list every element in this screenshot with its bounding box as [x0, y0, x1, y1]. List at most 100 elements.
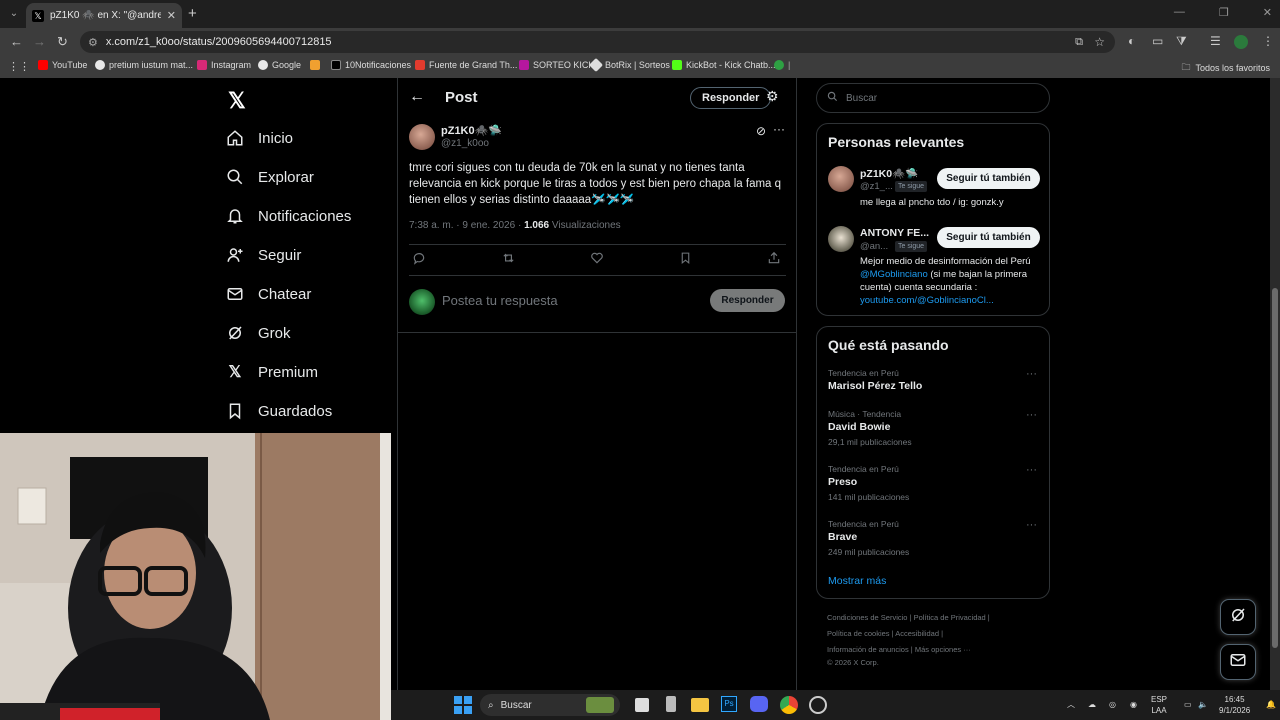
chrome-icon[interactable]	[780, 696, 798, 714]
reply-header-button[interactable]: Responder	[690, 87, 772, 109]
footer-link[interactable]: Política de cookies	[827, 629, 890, 638]
install-app-icon[interactable]: ⧉	[1075, 36, 1083, 49]
bookmark-item[interactable]	[310, 60, 320, 70]
app-icon[interactable]	[666, 696, 676, 712]
more-options-icon[interactable]: ···	[1026, 464, 1037, 476]
nav-item-seguir[interactable]: Seguir	[226, 246, 301, 264]
more-options-icon[interactable]: ···	[1026, 368, 1037, 380]
show-more-link[interactable]: Mostrar más	[828, 575, 886, 587]
obs-icon[interactable]	[809, 696, 827, 714]
back-arrow-icon[interactable]: ←	[409, 88, 425, 106]
discord-icon[interactable]	[750, 696, 768, 712]
more-options-icon[interactable]: ···	[773, 122, 785, 136]
bookmark-icon[interactable]	[679, 251, 692, 268]
more-options-icon[interactable]: ···	[1026, 519, 1037, 531]
extension-icon[interactable]: ◐	[1128, 34, 1135, 48]
tray-icon[interactable]: ◉	[1130, 699, 1137, 710]
tray-icon[interactable]: ◎	[1109, 699, 1116, 710]
nav-item-notificaciones[interactable]: Notificaciones	[226, 207, 351, 225]
all-bookmarks[interactable]: 🗀 Todos los favoritos	[1181, 60, 1270, 76]
messages-fab[interactable]	[1220, 644, 1256, 680]
footer-link[interactable]: Información de anuncios	[827, 645, 909, 654]
taskbar-search[interactable]: ⌕ Buscar	[480, 694, 620, 716]
person-handle[interactable]: @z1_...	[860, 181, 893, 192]
trend-name[interactable]: Brave	[828, 531, 857, 543]
footer-link[interactable]: Más opciones ···	[915, 645, 971, 654]
clock[interactable]: 16:45 9/1/2026	[1219, 694, 1250, 716]
browser-menu-icon[interactable]: ⋮	[1262, 34, 1274, 48]
scrollbar-thumb[interactable]	[1272, 288, 1278, 648]
profile-avatar[interactable]	[1234, 35, 1248, 49]
search-input[interactable]: Buscar	[816, 83, 1050, 113]
bookmark-10notificaciones[interactable]: 10Notificaciones	[331, 60, 411, 70]
photoshop-icon[interactable]: Ps	[721, 696, 737, 712]
grok-icon[interactable]: ⊘	[756, 124, 766, 138]
user-avatar[interactable]	[409, 289, 435, 315]
bookmark-item[interactable]: |	[774, 60, 790, 70]
nav-item-explorar[interactable]: Explorar	[226, 168, 314, 186]
like-icon[interactable]	[590, 251, 604, 268]
post-timestamp[interactable]: 7:38 a. m. · 9 ene. 2026 ·	[409, 220, 524, 231]
x-logo-icon[interactable]: 𝕏	[228, 88, 246, 114]
nav-item-chatear[interactable]: Chatear	[226, 285, 311, 303]
nav-item-guardados[interactable]: Guardados	[226, 402, 332, 420]
grok-fab[interactable]	[1220, 599, 1256, 635]
sliders-icon[interactable]: ⚙	[766, 88, 779, 105]
nav-item-inicio[interactable]: Inicio	[226, 129, 293, 147]
follow-button[interactable]: Seguir tú también	[937, 227, 1040, 248]
author-handle[interactable]: @z1_k0oo	[441, 138, 489, 149]
reply-button[interactable]: Responder	[710, 289, 785, 312]
youtube-link[interactable]: youtube.com/@GoblincianoCl...	[860, 295, 994, 306]
nav-item-premium[interactable]: 𝕏 Premium	[226, 363, 318, 382]
language-indicator[interactable]: ESP LAA	[1151, 694, 1167, 716]
file-explorer-icon[interactable]	[691, 698, 709, 712]
address-bar[interactable]: ⚙ x.com/z1_k0oo/status/20096056944007128…	[80, 31, 1115, 53]
close-window-icon[interactable]: ✕	[1263, 6, 1272, 19]
person-name[interactable]: ANTONY FE...	[860, 227, 929, 239]
person-name[interactable]: pZ1K0🕷️🛸	[860, 167, 918, 180]
nav-item-grok[interactable]: Grok	[226, 324, 291, 342]
network-icon[interactable]: ▭	[1184, 699, 1192, 710]
trend-name[interactable]: David Bowie	[828, 421, 890, 433]
bookmark-item[interactable]: SORTEO KICK	[519, 60, 594, 70]
footer-link[interactable]: Accesibilidad	[895, 629, 939, 638]
share-icon[interactable]	[767, 251, 781, 268]
repost-icon[interactable]	[501, 251, 516, 268]
author-avatar[interactable]	[409, 124, 435, 150]
bookmark-youtube[interactable]: YouTube	[38, 60, 87, 70]
close-tab-icon[interactable]: ✕	[167, 9, 176, 22]
reply-icon[interactable]	[412, 251, 426, 268]
reading-list-icon[interactable]: ☰	[1210, 34, 1221, 48]
footer-link[interactable]: Condiciones de Servicio	[827, 613, 907, 622]
follow-button[interactable]: Seguir tú también	[937, 168, 1040, 189]
person-avatar[interactable]	[828, 166, 854, 192]
tab-search-icon[interactable]: ⌄	[6, 6, 22, 22]
restore-icon[interactable]: ❐	[1219, 6, 1229, 19]
author-name[interactable]: pZ1K0🕷️🛸	[441, 124, 502, 137]
footer-link[interactable]: Política de Privacidad	[914, 613, 986, 622]
back-icon[interactable]: ←	[10, 34, 23, 49]
minimize-icon[interactable]: —	[1174, 6, 1185, 19]
task-view-icon[interactable]	[635, 698, 649, 712]
windows-start-icon[interactable]	[454, 696, 472, 714]
bookmark-item[interactable]: Fuente de Grand Th...	[415, 60, 517, 70]
person-handle[interactable]: @an...	[860, 241, 888, 252]
site-info-icon[interactable]: ⚙	[88, 36, 98, 49]
bookmark-item[interactable]: KickBot - Kick Chatb...	[672, 60, 776, 70]
page-scrollbar[interactable]	[1270, 78, 1280, 690]
bookmark-instagram[interactable]: Instagram	[197, 60, 251, 70]
new-tab-icon[interactable]: +	[188, 5, 197, 22]
mention-link[interactable]: @MGoblinciano	[860, 269, 928, 280]
more-options-icon[interactable]: ···	[1026, 409, 1037, 421]
reload-icon[interactable]: ↻	[57, 34, 68, 50]
notifications-icon[interactable]: 🔔	[1266, 699, 1276, 710]
bookmark-item[interactable]: pretium iustum mat...	[95, 60, 193, 70]
reply-input[interactable]: Postea tu respuesta	[442, 293, 558, 308]
bookmark-google[interactable]: Google	[258, 60, 301, 70]
volume-icon[interactable]: 🔈	[1198, 699, 1208, 710]
trend-name[interactable]: Preso	[828, 476, 857, 488]
chevron-up-icon[interactable]: ︿	[1067, 699, 1075, 710]
trend-name[interactable]: Marisol Pérez Tello	[828, 380, 922, 392]
tray-icon[interactable]: ☁	[1088, 699, 1096, 710]
bookmark-star-icon[interactable]: ☆	[1094, 35, 1105, 49]
